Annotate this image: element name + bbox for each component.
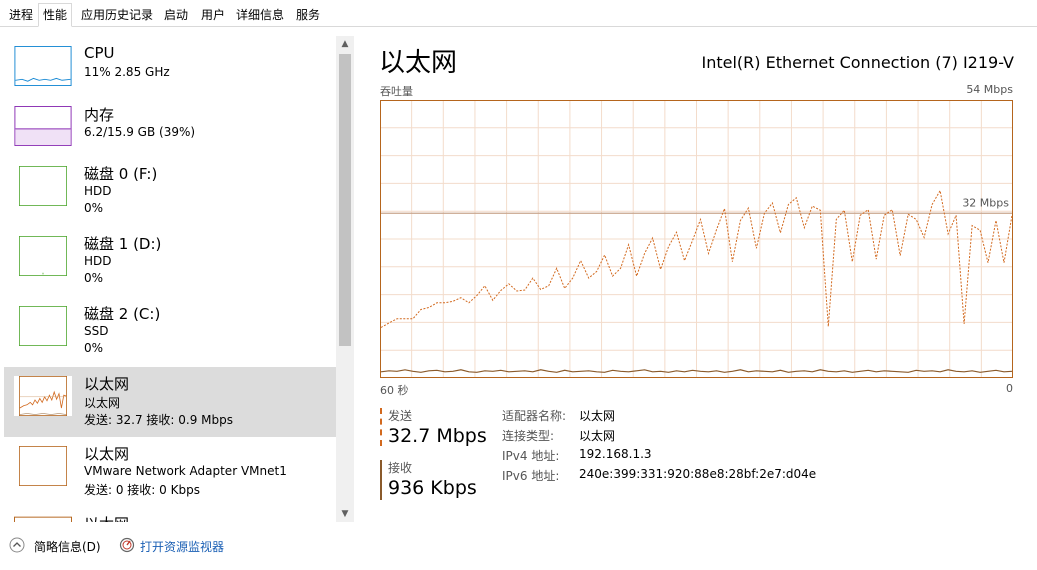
send-label: 发送 (388, 409, 413, 423)
tab-bar: 进程 性能 应用历史记录 启动 用户 详细信息 服务 (0, 0, 1037, 27)
open-resource-monitor-link[interactable]: 打开资源监视器 (140, 538, 224, 555)
resource-item-ethernet-partial[interactable]: 以太网 (4, 507, 336, 522)
resource-title: CPU (84, 44, 115, 62)
resource-detail: VMware Network Adapter VMnet1 (84, 464, 287, 478)
resource-item-disk1[interactable]: 磁盘 1 (D:) HDD 0% (4, 235, 336, 306)
ethernet-thumbnail (14, 376, 72, 416)
ethernet-thumbnail (14, 446, 72, 486)
tab-services[interactable]: 服务 (291, 3, 325, 27)
receive-legend-marker (380, 460, 382, 500)
memory-thumbnail (14, 106, 72, 146)
resource-title: 以太网 (84, 375, 130, 393)
info-value-ipv6: 240e:399:331:920:88e8:28bf:2e7:d04e (579, 467, 817, 481)
resource-detail: 以太网 (84, 396, 121, 410)
info-value-adapter-name: 以太网 (579, 409, 616, 423)
resource-throughput: 发送: 32.7 接收: 0.9 Mbps (84, 413, 233, 427)
info-value-connection-type: 以太网 (579, 429, 616, 443)
resource-item-disk2[interactable]: 磁盘 2 (C:) SSD 0% (4, 305, 336, 376)
footer-bar: 简略信息(D) 打开资源监视器 (0, 530, 1037, 560)
info-key-ipv6: IPv6 地址: (502, 469, 560, 483)
resource-detail: 6.2/15.9 GB (39%) (84, 125, 196, 139)
time-now-label: 0 (1006, 382, 1013, 395)
resource-item-disk0[interactable]: 磁盘 0 (F:) HDD 0% (4, 165, 336, 236)
resource-list: CPU 11% 2.85 GHz 内存 6.2/15.9 GB (39%) 磁盘… (0, 36, 336, 522)
receive-label: 接收 (388, 461, 413, 475)
tab-startup[interactable]: 启动 (159, 3, 193, 27)
tab-app-history[interactable]: 应用历史记录 (76, 3, 158, 27)
scroll-up-arrow-icon[interactable]: ▲ (336, 36, 354, 52)
info-key-connection-type: 连接类型: (502, 429, 555, 443)
scrollbar-thumb[interactable] (339, 54, 351, 346)
disk-thumbnail (14, 166, 72, 206)
resource-usage: 0% (84, 271, 104, 285)
reference-line-label: 32 Mbps (962, 196, 1009, 209)
resource-title: 磁盘 1 (D:) (84, 235, 162, 253)
resource-item-ethernet-selected[interactable]: 以太网 以太网 发送: 32.7 接收: 0.9 Mbps (4, 367, 336, 437)
resource-usage: 0% (84, 201, 104, 215)
resource-title: 磁盘 2 (C:) (84, 305, 161, 323)
receive-value: 936 Kbps (388, 477, 477, 499)
resource-item-vmnet1[interactable]: 以太网 VMware Network Adapter VMnet1 发送: 0 … (4, 437, 336, 507)
resource-monitor-icon (119, 537, 135, 553)
max-scale-label: 54 Mbps (966, 83, 1013, 96)
summary-view-button[interactable]: 简略信息(D) (34, 538, 101, 555)
collapse-chevron-icon[interactable] (9, 537, 25, 553)
throughput-chart: 32 Mbps (380, 100, 1013, 378)
resource-title: 以太网 (84, 445, 130, 463)
tab-details[interactable]: 详细信息 (231, 3, 289, 27)
send-value: 32.7 Mbps (388, 425, 487, 447)
cpu-thumbnail (14, 46, 72, 86)
adapter-name: Intel(R) Ethernet Connection (7) I219-V (701, 53, 1014, 72)
resource-usage: 0% (84, 341, 104, 355)
time-range-label: 60 秒 (380, 384, 409, 397)
info-value-ipv4: 192.168.1.3 (579, 447, 652, 461)
ethernet-thumbnail (14, 516, 72, 522)
send-legend-marker (380, 408, 382, 446)
resource-title: 磁盘 0 (F:) (84, 165, 158, 183)
resource-type: HDD (84, 184, 112, 198)
resource-type: HDD (84, 254, 112, 268)
info-key-ipv4: IPv4 地址: (502, 449, 560, 463)
tab-performance[interactable]: 性能 (38, 3, 73, 27)
scroll-down-arrow-icon[interactable]: ▼ (336, 506, 354, 522)
tab-processes[interactable]: 进程 (4, 3, 38, 27)
resource-throughput: 发送: 0 接收: 0 Kbps (84, 483, 200, 497)
resource-title: 以太网 (84, 513, 129, 522)
page-title: 以太网 (379, 48, 458, 78)
throughput-label: 吞吐量 (380, 85, 413, 98)
disk-thumbnail (14, 236, 72, 276)
disk-thumbnail (14, 306, 72, 346)
tab-users[interactable]: 用户 (196, 3, 230, 27)
list-scrollbar[interactable]: ▲ ▼ (336, 36, 354, 522)
info-key-adapter-name: 适配器名称: (502, 409, 567, 423)
resource-item-cpu[interactable]: CPU 11% 2.85 GHz (4, 36, 336, 106)
resource-type: SSD (84, 324, 109, 338)
resource-title: 内存 (84, 106, 115, 124)
resource-detail: 11% 2.85 GHz (84, 65, 170, 79)
